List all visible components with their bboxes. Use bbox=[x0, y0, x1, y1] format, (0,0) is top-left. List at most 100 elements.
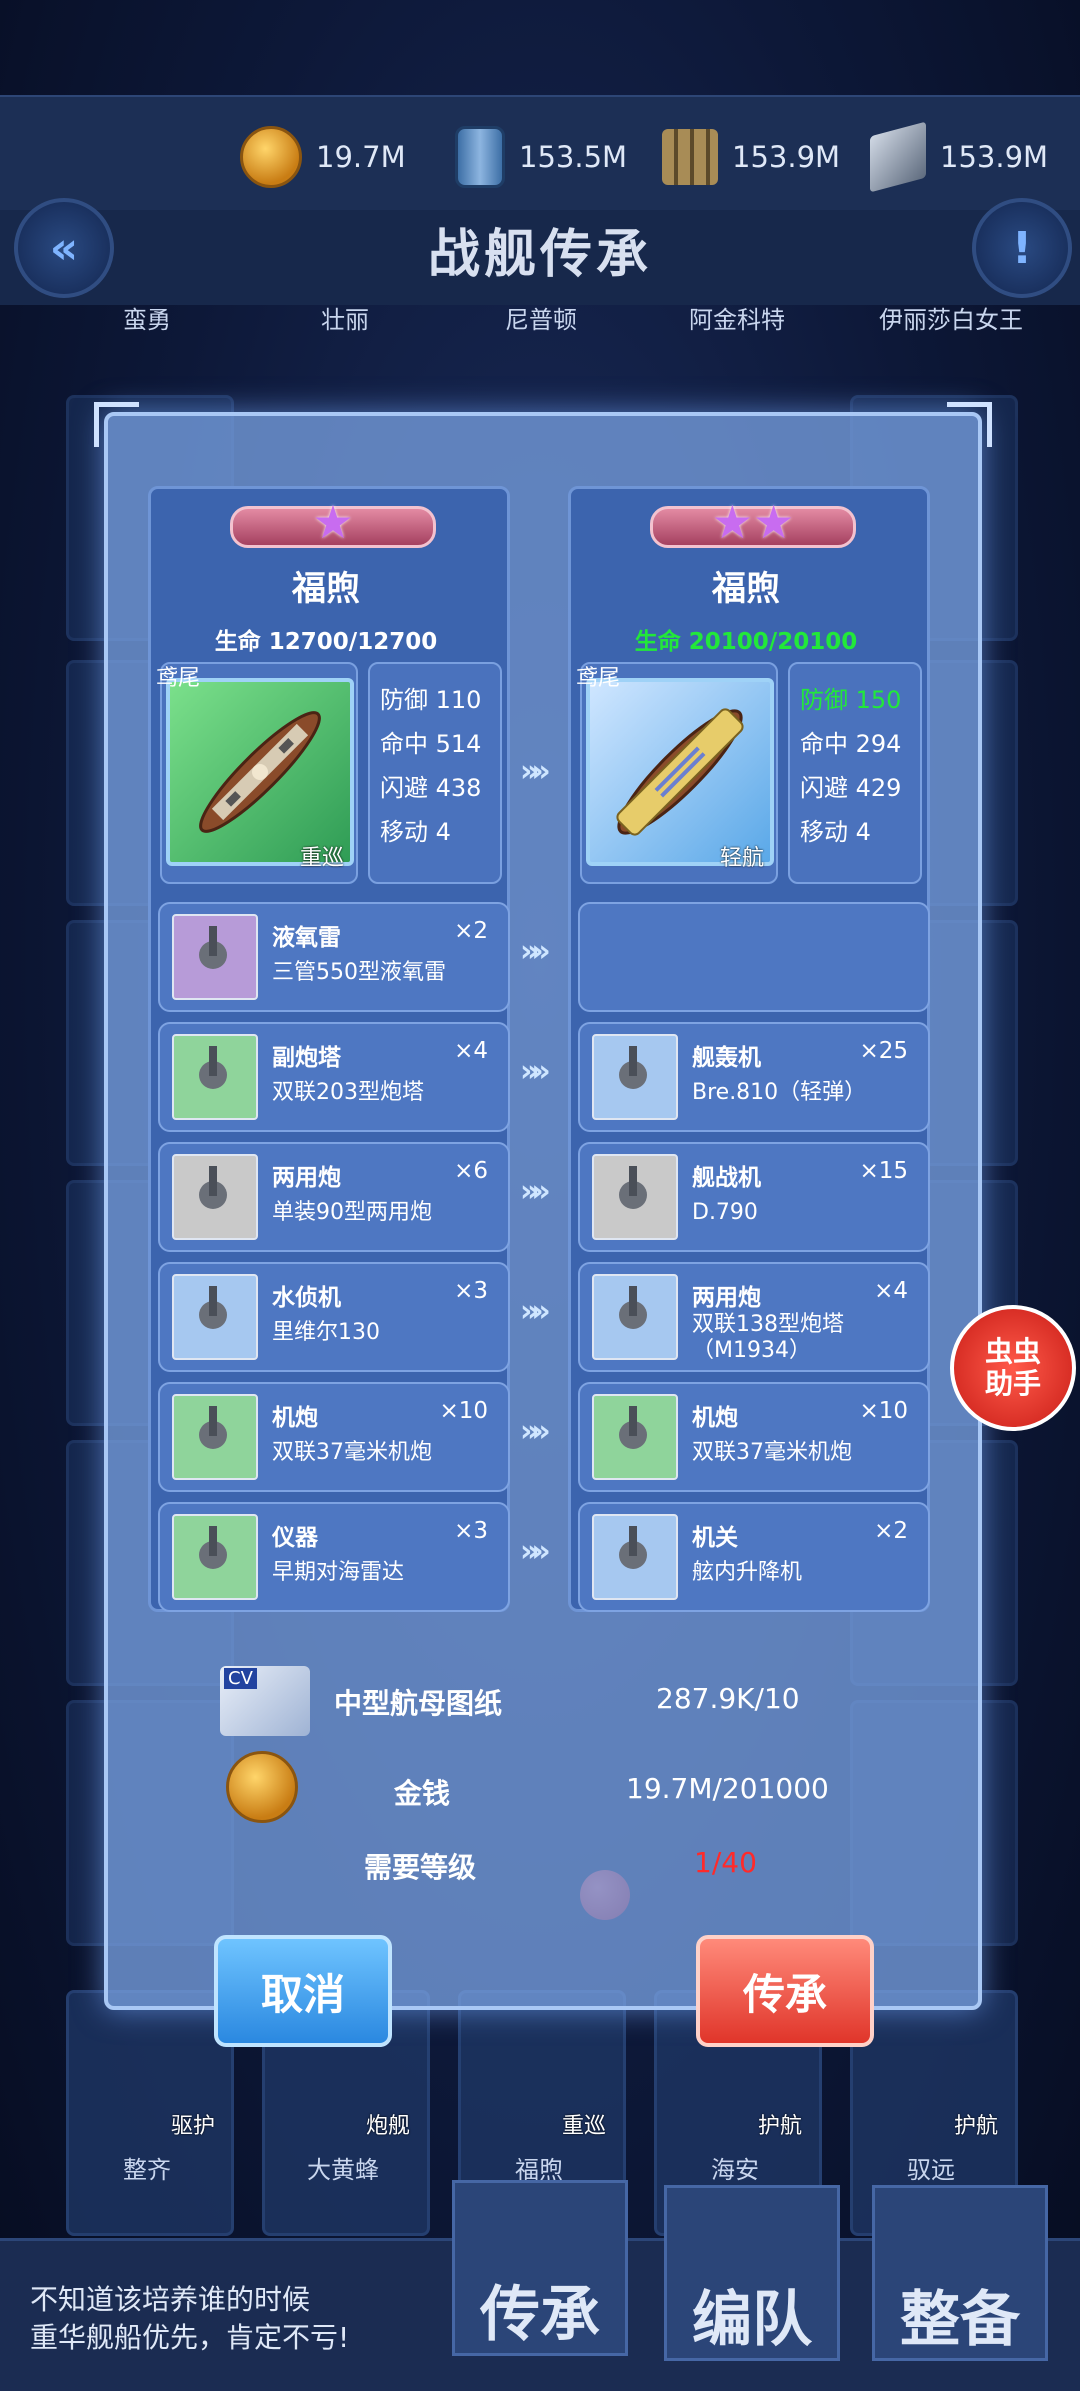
bg-ship-name: 尼普顿 bbox=[505, 306, 577, 334]
equipment-slot[interactable]: 两用炮 ×6 单装90型两用炮 bbox=[158, 1142, 510, 1252]
slot-count: ×3 bbox=[454, 1518, 488, 1544]
equipment-slot[interactable]: 舰轰机 ×25 Bre.810（轻弹） bbox=[578, 1022, 930, 1132]
autocannon-icon bbox=[592, 1394, 678, 1480]
inherit-dialog: ★ 福煦 生命 12700/12700 ★ ★ 福煦 生命 20100/2010… bbox=[94, 402, 992, 2010]
stat-defense: 防御 110 bbox=[380, 686, 482, 714]
bg-ship-name: 蛮勇 bbox=[123, 306, 171, 334]
corner-bracket-icon bbox=[94, 402, 139, 447]
slot-name: 副炮塔 bbox=[272, 1045, 341, 1071]
corner-bracket-icon bbox=[947, 402, 992, 447]
nav-label: 传承 bbox=[480, 2280, 600, 2350]
required-level-value: 1/40 bbox=[694, 1846, 757, 1879]
nav-formation-tab[interactable]: 编队 bbox=[664, 2185, 840, 2361]
resource-ammo: 153.9M bbox=[662, 97, 840, 217]
slot-description: 双联37毫米机炮 bbox=[692, 1440, 852, 1465]
twin-turret-icon bbox=[172, 1034, 258, 1120]
nation-label: 鸢尾 bbox=[576, 666, 621, 691]
cancel-button[interactable]: 取消 bbox=[214, 1935, 392, 2047]
seaplane-icon bbox=[172, 1274, 258, 1360]
resource-bar: 19.7M 153.5M 153.9M 153.9M bbox=[0, 95, 1080, 219]
cancel-button-label: 取消 bbox=[260, 1969, 345, 2019]
equipment-slot[interactable]: 机炮 ×10 双联37毫米机炮 bbox=[158, 1382, 510, 1492]
slot-name: 两用炮 bbox=[272, 1165, 341, 1191]
twin-dual-gun-icon bbox=[592, 1274, 678, 1360]
slot-description: Bre.810（轻弹） bbox=[692, 1080, 867, 1105]
resource-steel-value: 153.9M bbox=[940, 140, 1049, 174]
star-icon: ★ bbox=[312, 495, 354, 549]
nav-label: 编队 bbox=[692, 2285, 812, 2355]
target-ship-hp: 生命 20100/20100 bbox=[634, 629, 858, 655]
bg-ship-type: 重巡 bbox=[562, 2114, 607, 2139]
slot-count: ×15 bbox=[859, 1158, 908, 1184]
ammo-icon bbox=[662, 129, 718, 185]
exclamation-icon: ! bbox=[1011, 222, 1033, 274]
equipment-slot[interactable]: 舰战机 ×15 D.790 bbox=[578, 1142, 930, 1252]
equipment-slot[interactable]: 仪器 ×3 早期对海雷达 bbox=[158, 1502, 510, 1612]
inherit-button[interactable]: 传承 bbox=[696, 1935, 874, 2047]
slot-name: 机炮 bbox=[692, 1405, 738, 1431]
arrow-right-icon: »» bbox=[520, 1534, 551, 1569]
arrow-right-icon: »» bbox=[520, 754, 551, 789]
oil-barrel-icon bbox=[455, 126, 505, 188]
slot-name: 两用炮 bbox=[692, 1285, 761, 1311]
dual-purpose-gun-icon bbox=[172, 1154, 258, 1240]
stat-movement: 移动 4 bbox=[800, 818, 871, 846]
ship-portrait bbox=[586, 678, 774, 866]
bg-ship-type: 驱护 bbox=[171, 2114, 216, 2139]
bg-top-row: 蛮勇 壮丽 尼普顿 阿金科特 伊丽莎白女王 bbox=[66, 300, 1066, 370]
slot-count: ×10 bbox=[859, 1398, 908, 1424]
slot-name: 液氧雷 bbox=[272, 925, 341, 951]
nav-refit-tab[interactable]: 整备 bbox=[872, 2185, 1048, 2361]
slot-count: ×3 bbox=[454, 1278, 488, 1304]
info-button[interactable]: ! bbox=[972, 198, 1072, 298]
slot-count: ×25 bbox=[859, 1038, 908, 1064]
slot-description: 双联138型炮塔（M1934） bbox=[692, 1312, 844, 1363]
heavy-cruiser-ship-icon bbox=[199, 711, 321, 833]
stat-accuracy: 命中 514 bbox=[380, 730, 482, 758]
slot-count: ×2 bbox=[874, 1518, 908, 1544]
equipment-slot[interactable]: 液氧雷 ×2 三管550型液氧雷 bbox=[158, 902, 510, 1012]
tip-line: 重华舰船优先，肯定不亏! bbox=[30, 2321, 350, 2354]
slot-name: 水侦机 bbox=[272, 1285, 341, 1311]
ship-type-label: 轻航 bbox=[719, 846, 764, 871]
tip-text: 不知道该培养谁的时候 重华舰船优先，肯定不亏! bbox=[30, 2281, 349, 2357]
source-ship-name: 福煦 bbox=[292, 569, 360, 609]
blueprint-badge: CV bbox=[224, 1668, 257, 1689]
helper-label: 虫虫助手 bbox=[984, 1335, 1041, 1400]
nation-badge: 鸢尾 bbox=[576, 660, 628, 704]
slot-count: ×2 bbox=[454, 918, 488, 944]
equipment-slot[interactable]: 机关 ×2 舷内升降机 bbox=[578, 1502, 930, 1612]
resource-oil-value: 153.5M bbox=[519, 140, 628, 174]
bg-ship-type: 护航 bbox=[758, 2114, 803, 2139]
equipment-slot[interactable]: 机炮 ×10 双联37毫米机炮 bbox=[578, 1382, 930, 1492]
slot-description: 舷内升降机 bbox=[692, 1560, 803, 1585]
nav-inherit-tab[interactable]: 传承 bbox=[452, 2180, 628, 2356]
stat-evasion: 闪避 438 bbox=[380, 774, 482, 802]
equipment-slot[interactable]: 水侦机 ×3 里维尔130 bbox=[158, 1262, 510, 1372]
helper-floating-button[interactable]: 虫虫助手 bbox=[950, 1305, 1076, 1431]
stat-accuracy: 命中 294 bbox=[800, 730, 902, 758]
stat-movement: 移动 4 bbox=[380, 818, 451, 846]
back-button[interactable]: « bbox=[14, 198, 114, 298]
bg-ship-name: 壮丽 bbox=[321, 306, 369, 334]
equipment-slot[interactable]: 两用炮 ×4 双联138型炮塔（M1934） bbox=[578, 1262, 930, 1372]
light-carrier-ship-icon bbox=[616, 708, 744, 836]
ship-type-label: 重巡 bbox=[299, 846, 344, 871]
arrow-right-icon: »» bbox=[520, 934, 551, 969]
bg-ship-name: 大黄蜂 bbox=[307, 2156, 379, 2184]
gold-coin-icon bbox=[240, 126, 302, 188]
slot-description: 双联37毫米机炮 bbox=[272, 1440, 432, 1465]
gold-coin-icon bbox=[226, 1751, 298, 1823]
star-rating: ★ bbox=[230, 495, 436, 549]
ship-portrait bbox=[166, 678, 354, 866]
equipment-slot[interactable]: 副炮塔 ×4 双联203型炮塔 bbox=[158, 1022, 510, 1132]
slot-name: 机炮 bbox=[272, 1405, 318, 1431]
cost-label: 金钱 bbox=[394, 1777, 451, 1810]
nav-label: 整备 bbox=[900, 2285, 1020, 2355]
arrow-right-icon: »» bbox=[520, 1054, 551, 1089]
equipment-slot[interactable] bbox=[578, 902, 930, 1012]
bg-ship-name: 阿金科特 bbox=[689, 306, 785, 334]
cost-label: 中型航母图纸 bbox=[334, 1687, 503, 1720]
target-ship-name: 福煦 bbox=[712, 569, 780, 609]
nation-label: 鸢尾 bbox=[156, 666, 201, 691]
